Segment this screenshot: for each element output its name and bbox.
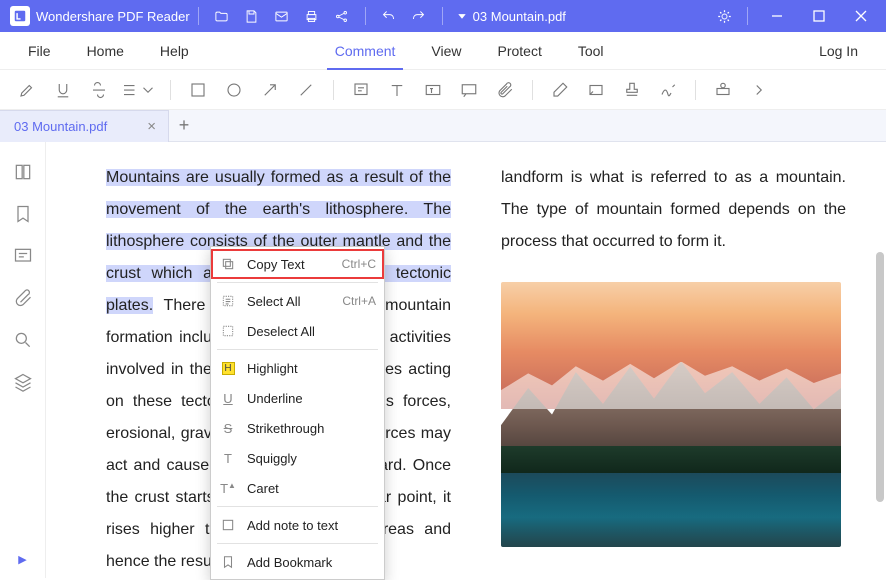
ctx-add-note[interactable]: Add note to text bbox=[211, 510, 384, 540]
tool-circle[interactable] bbox=[217, 74, 251, 106]
ctx-note-label: Add note to text bbox=[247, 518, 376, 533]
app-logo bbox=[10, 6, 30, 26]
mountain-image bbox=[501, 282, 841, 547]
note-icon bbox=[219, 518, 237, 532]
tool-area-highlight[interactable] bbox=[579, 74, 613, 106]
body-text-right[interactable]: landform is what is referred to as a mou… bbox=[501, 162, 846, 258]
save-icon[interactable] bbox=[237, 0, 267, 32]
menu-home[interactable]: Home bbox=[69, 32, 142, 70]
ctx-copy-label: Copy Text bbox=[247, 257, 332, 272]
tool-note[interactable] bbox=[344, 74, 378, 106]
ctx-highlight-label: Highlight bbox=[247, 361, 376, 376]
ctx-squiggly[interactable]: T Squiggly bbox=[211, 443, 384, 473]
tool-arrow[interactable] bbox=[253, 74, 287, 106]
toolbar bbox=[0, 70, 886, 110]
thumbnails-icon[interactable] bbox=[11, 160, 35, 184]
mail-icon[interactable] bbox=[267, 0, 297, 32]
undo-icon[interactable] bbox=[374, 0, 404, 32]
menu-file[interactable]: File bbox=[10, 32, 69, 70]
ctx-caret[interactable]: T▲ Caret bbox=[211, 473, 384, 503]
ctx-strikethrough[interactable]: S Strikethrough bbox=[211, 413, 384, 443]
ctx-copy-text[interactable]: Copy Text Ctrl+C bbox=[211, 249, 384, 279]
ctx-selectall-shortcut: Ctrl+A bbox=[342, 294, 376, 308]
ctx-select-all[interactable]: Select All Ctrl+A bbox=[211, 286, 384, 316]
tool-highlight[interactable] bbox=[10, 74, 44, 106]
share-icon[interactable] bbox=[327, 0, 357, 32]
menu-tool[interactable]: Tool bbox=[560, 32, 622, 70]
tool-stamp2[interactable] bbox=[706, 74, 740, 106]
scroll-thumb[interactable] bbox=[876, 252, 884, 502]
ctx-deselect-label: Deselect All bbox=[247, 324, 376, 339]
scrollbar[interactable] bbox=[876, 142, 884, 578]
strike-icon: S bbox=[219, 421, 237, 436]
print-icon[interactable] bbox=[297, 0, 327, 32]
tool-strikethrough[interactable] bbox=[82, 74, 116, 106]
tool-callout[interactable] bbox=[452, 74, 486, 106]
close-button[interactable] bbox=[840, 0, 882, 32]
login-button[interactable]: Log In bbox=[801, 32, 876, 70]
copy-icon bbox=[219, 257, 237, 271]
tool-list[interactable] bbox=[118, 74, 160, 106]
tab-label: 03 Mountain.pdf bbox=[14, 119, 107, 134]
ctx-underline[interactable]: U Underline bbox=[211, 383, 384, 413]
context-menu: Copy Text Ctrl+C Select All Ctrl+A Desel… bbox=[210, 246, 385, 580]
ctx-selectall-label: Select All bbox=[247, 294, 332, 309]
title-filename: 03 Mountain.pdf bbox=[457, 9, 566, 24]
ctx-deselect-all[interactable]: Deselect All bbox=[211, 316, 384, 346]
document-tab[interactable]: 03 Mountain.pdf × bbox=[0, 110, 169, 142]
tool-underline[interactable] bbox=[46, 74, 80, 106]
ctx-underline-label: Underline bbox=[247, 391, 376, 406]
tool-more[interactable] bbox=[742, 74, 776, 106]
ctx-add-bookmark[interactable]: Add Bookmark bbox=[211, 547, 384, 577]
ctx-caret-label: Caret bbox=[247, 481, 376, 496]
ctx-highlight[interactable]: H Highlight bbox=[211, 353, 384, 383]
maximize-button[interactable] bbox=[798, 0, 840, 32]
tool-textbox[interactable] bbox=[416, 74, 450, 106]
menu-help[interactable]: Help bbox=[142, 32, 207, 70]
tool-stamp[interactable] bbox=[615, 74, 649, 106]
selectall-icon bbox=[219, 294, 237, 308]
tool-text[interactable] bbox=[380, 74, 414, 106]
filename-label: 03 Mountain.pdf bbox=[473, 9, 566, 24]
redo-icon[interactable] bbox=[404, 0, 434, 32]
minimize-button[interactable] bbox=[756, 0, 798, 32]
right-column: landform is what is referred to as a mou… bbox=[501, 162, 846, 568]
menu-protect[interactable]: Protect bbox=[480, 32, 560, 70]
search-icon[interactable] bbox=[11, 328, 35, 352]
menu-comment[interactable]: Comment bbox=[317, 32, 414, 70]
highlight-icon: H bbox=[219, 362, 237, 375]
underline-icon: U bbox=[219, 391, 237, 406]
bookmark-icon[interactable] bbox=[11, 202, 35, 226]
new-tab-button[interactable]: + bbox=[169, 110, 199, 142]
attachments-icon[interactable] bbox=[11, 286, 35, 310]
tool-rectangle[interactable] bbox=[181, 74, 215, 106]
app-title: Wondershare PDF Reader bbox=[36, 9, 190, 24]
menu-view[interactable]: View bbox=[413, 32, 479, 70]
titlebar: Wondershare PDF Reader 03 Mountain.pdf bbox=[0, 0, 886, 32]
sidebar: ▶ bbox=[0, 142, 46, 578]
open-icon[interactable] bbox=[207, 0, 237, 32]
deselect-icon bbox=[219, 324, 237, 338]
comments-icon[interactable] bbox=[11, 244, 35, 268]
page-view: Mountains are usually formed as a result… bbox=[46, 142, 886, 578]
tool-signature[interactable] bbox=[651, 74, 685, 106]
squiggly-icon: T bbox=[219, 451, 237, 466]
bookmark-add-icon bbox=[219, 555, 237, 569]
ctx-copy-shortcut: Ctrl+C bbox=[342, 257, 376, 271]
tool-attach[interactable] bbox=[488, 74, 522, 106]
ctx-squiggly-label: Squiggly bbox=[247, 451, 376, 466]
tabbar: 03 Mountain.pdf × + bbox=[0, 110, 886, 142]
layers-icon[interactable] bbox=[11, 370, 35, 394]
tab-close-icon[interactable]: × bbox=[147, 118, 156, 135]
tool-line[interactable] bbox=[289, 74, 323, 106]
caret-icon: T▲ bbox=[219, 481, 237, 496]
theme-icon[interactable] bbox=[709, 0, 739, 32]
menubar: File Home Help Comment View Protect Tool… bbox=[0, 32, 886, 70]
ctx-strike-label: Strikethrough bbox=[247, 421, 376, 436]
tool-eraser[interactable] bbox=[543, 74, 577, 106]
sidebar-expand-icon[interactable]: ▶ bbox=[18, 553, 26, 566]
ctx-bookmark-label: Add Bookmark bbox=[247, 555, 376, 570]
